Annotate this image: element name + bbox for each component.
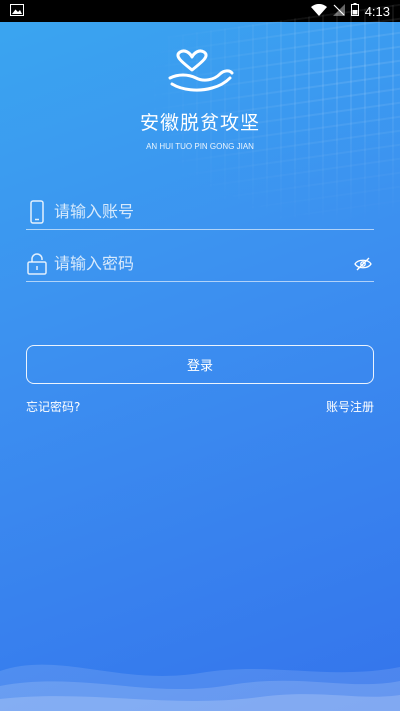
phone-icon bbox=[26, 198, 48, 226]
account-field[interactable] bbox=[26, 194, 374, 230]
app-title: 安徽脱贫攻坚 bbox=[139, 112, 260, 134]
password-input[interactable] bbox=[54, 254, 352, 273]
gallery-icon bbox=[10, 3, 24, 19]
account-input[interactable] bbox=[54, 202, 374, 221]
lock-icon bbox=[26, 250, 48, 278]
app-subtitle: AN HUI TUO PIN GONG JIAN bbox=[146, 142, 254, 151]
eye-off-icon[interactable] bbox=[352, 253, 374, 275]
status-left bbox=[10, 3, 24, 19]
forgot-password-link[interactable]: 忘记密码? bbox=[26, 398, 80, 415]
register-link[interactable]: 账号注册 bbox=[326, 398, 374, 415]
password-field[interactable] bbox=[26, 246, 374, 282]
login-button[interactable]: 登录 bbox=[26, 345, 374, 384]
heart-hands-logo-icon bbox=[164, 48, 236, 96]
wave-decoration bbox=[0, 664, 400, 711]
